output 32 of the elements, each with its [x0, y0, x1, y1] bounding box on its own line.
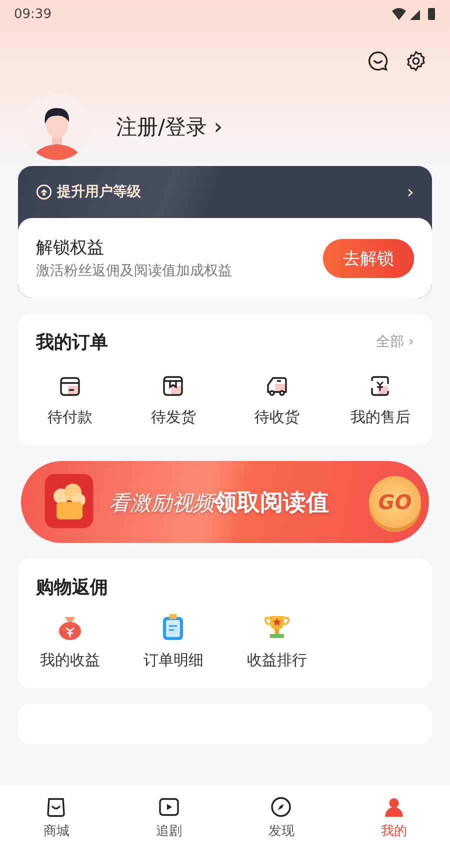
rebate-item-label[interactable]: 收益排行	[246, 651, 307, 670]
trophy-icon[interactable]	[262, 613, 291, 641]
status-time: 09:39	[14, 6, 52, 22]
truck-icon[interactable]	[264, 374, 289, 398]
chevron-icon: ›	[406, 182, 414, 202]
compass-icon	[269, 795, 294, 819]
rebate-item-label[interactable]: 订单明细	[143, 651, 204, 670]
unlock-description: 激活粉丝返佣及阅读值加成权益	[36, 262, 232, 280]
order-status-label[interactable]: 待付款	[47, 408, 92, 427]
settings-icon[interactable]	[405, 50, 427, 72]
banner-headline: 看激励视频领取阅读值	[109, 488, 330, 518]
play-icon	[156, 795, 181, 819]
status-icons	[392, 7, 438, 21]
rebate-item-label[interactable]: 我的收益	[40, 651, 100, 670]
level-banner[interactable]: 提升用户等级 ›	[18, 166, 432, 218]
unlock-title: 解锁权益	[36, 237, 105, 259]
nav-tab[interactable]: 商城	[0, 785, 112, 850]
section-title: 我的订单	[36, 331, 108, 354]
order-status-label[interactable]: 我的售后	[350, 408, 410, 427]
section-title: 购物返佣	[36, 576, 108, 599]
gift-icon	[43, 473, 95, 531]
level-title: 提升用户等级	[57, 183, 142, 201]
login-link[interactable]: 注册/登录 ›	[116, 113, 223, 141]
nav-tab[interactable]: 追剧	[112, 785, 225, 850]
nav-tab[interactable]: 发现	[225, 785, 338, 850]
box-icon[interactable]	[161, 374, 186, 398]
order-status-label[interactable]: 待发货	[150, 408, 196, 427]
chat-icon[interactable]	[367, 50, 389, 72]
order-status-label[interactable]: 待收货	[254, 408, 300, 427]
level-up-icon	[36, 184, 52, 200]
nav-tab[interactable]: 我的	[338, 785, 450, 850]
wallet-icon[interactable]	[58, 374, 82, 398]
